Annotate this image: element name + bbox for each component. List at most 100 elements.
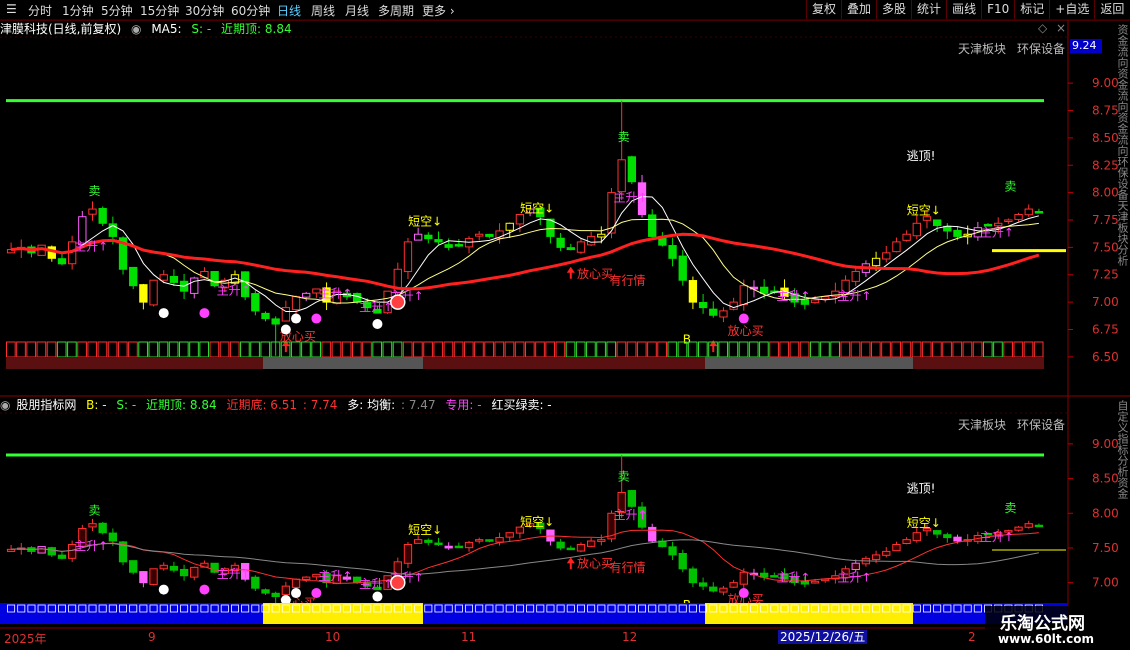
period-tab-9[interactable]: 多周期	[378, 2, 414, 19]
trend-strip-cell	[443, 341, 454, 358]
stock-title: 津膜科技(日线,前复权)	[0, 22, 122, 36]
toolbar-button-5[interactable]: F10	[981, 0, 1014, 19]
candle-body	[943, 225, 952, 232]
candle-body	[688, 568, 698, 584]
toolbar-button-3[interactable]: 统计	[911, 0, 946, 19]
candle-body	[607, 512, 616, 540]
candle-body	[108, 532, 118, 542]
candle-body	[200, 270, 209, 279]
lower-strip-cell	[739, 604, 748, 613]
trend-strip-cell	[240, 341, 250, 358]
trend-strip-cell	[698, 341, 708, 358]
lower-strip-cell	[597, 604, 606, 613]
candle-body	[393, 268, 402, 293]
sector-tag-tianjin[interactable]: 天津板块	[958, 40, 1006, 57]
trend-strip-cell	[677, 341, 688, 358]
candle-body	[627, 156, 637, 183]
candle-body	[271, 592, 280, 598]
x-axis-label: 2	[968, 630, 976, 644]
trend-strip-cell	[708, 341, 718, 358]
lower-strip-cell	[648, 604, 657, 613]
period-tab-3[interactable]: 15分钟	[140, 2, 179, 19]
candle-body	[210, 271, 219, 287]
sector-tag-tianjin-lower[interactable]: 天津板块	[958, 416, 1006, 433]
lower-strip-cell	[922, 604, 931, 613]
candle-body	[749, 286, 759, 290]
period-tab-10[interactable]: 更多 ›	[422, 2, 455, 19]
lower-strip-cell	[546, 604, 555, 613]
sector-tag-env[interactable]: 环保设备	[1017, 40, 1065, 57]
menu-icon[interactable]: ☰	[6, 2, 17, 16]
lower-strip-cell	[7, 604, 16, 613]
toolbar-button-8[interactable]: 返回	[1094, 0, 1129, 19]
candle-body	[220, 568, 229, 575]
flower-marker	[280, 595, 291, 605]
candle-body	[566, 247, 575, 251]
period-tab-5[interactable]: 60分钟	[231, 2, 270, 19]
toolbar-button-0[interactable]: 复权	[806, 0, 841, 19]
candle-body	[475, 539, 484, 542]
candle-body	[413, 233, 423, 241]
period-tab-7[interactable]: 周线	[311, 2, 335, 19]
lower-strip-cell	[556, 604, 565, 613]
current-price-tag: 9.24	[1070, 39, 1102, 53]
trend-strip-cell	[748, 341, 759, 358]
watermark-url: www.60lt.com	[998, 632, 1095, 646]
lower-strip-cell	[230, 604, 239, 613]
candle-body	[251, 293, 260, 312]
diamond-icon[interactable]: ◇	[1038, 21, 1047, 35]
flower-marker	[280, 324, 291, 335]
ma-line-red	[11, 529, 1039, 584]
candle-body	[464, 238, 474, 248]
period-tab-6[interactable]: 日线	[277, 2, 301, 19]
candle-body	[67, 241, 77, 265]
candle-body	[149, 568, 158, 585]
trend-strip-cell	[341, 341, 352, 358]
x-axis-label: 12	[622, 630, 638, 644]
candle-body	[169, 565, 179, 571]
candle-body	[261, 589, 270, 594]
candle-body	[118, 237, 128, 270]
toolbar-button-4[interactable]: 画线	[946, 0, 981, 19]
candle-body	[831, 575, 840, 580]
ball-marker	[390, 574, 406, 591]
settings-circle-icon[interactable]: ◉	[131, 22, 141, 36]
candle-body	[994, 222, 1003, 227]
toolbar-button-1[interactable]: 叠加	[841, 0, 876, 19]
sector-tag-env-lower[interactable]: 环保设备	[1017, 416, 1065, 433]
rise-label: 主升↑	[614, 190, 648, 204]
period-tab-1[interactable]: 1分钟	[62, 2, 94, 19]
candle-body	[505, 532, 514, 538]
candle-body	[149, 279, 158, 306]
period-tab-0[interactable]: 分时	[28, 2, 52, 19]
settings-circle-icon-lower[interactable]: ◉	[0, 398, 10, 412]
period-tab-4[interactable]: 30分钟	[185, 2, 224, 19]
candle-body	[1004, 530, 1013, 533]
lower-strip-cell	[515, 604, 524, 613]
candle-body	[719, 310, 728, 318]
candle-body	[973, 534, 983, 542]
candle-body	[821, 578, 830, 582]
toolbar-button-6[interactable]: 标记	[1014, 0, 1049, 19]
up-arrow-icon	[281, 340, 290, 353]
candle-body	[261, 312, 270, 320]
up-arrow-icon	[566, 266, 575, 279]
candle-body	[27, 246, 36, 254]
trend-strip-cell	[636, 341, 647, 358]
period-tab-8[interactable]: 月线	[345, 2, 369, 19]
lower-strip-cell	[526, 604, 535, 613]
candle-body	[444, 545, 453, 549]
toolbar-button-2[interactable]: 多股	[876, 0, 911, 19]
period-tab-2[interactable]: 5分钟	[101, 2, 133, 19]
close-pane-icon[interactable]: ×	[1056, 21, 1066, 35]
lower-strip-cell	[780, 604, 789, 613]
rise-label: 主升↑	[390, 570, 424, 584]
candle-body	[525, 523, 535, 527]
candle-body	[495, 230, 504, 239]
lower-strip-cell	[790, 604, 799, 613]
market-label: 有行情	[610, 561, 646, 575]
candle-body	[963, 539, 972, 542]
toolbar-button-7[interactable]: +自选	[1049, 0, 1094, 19]
candle-body	[780, 573, 789, 580]
trend-strip-cell	[117, 341, 128, 358]
